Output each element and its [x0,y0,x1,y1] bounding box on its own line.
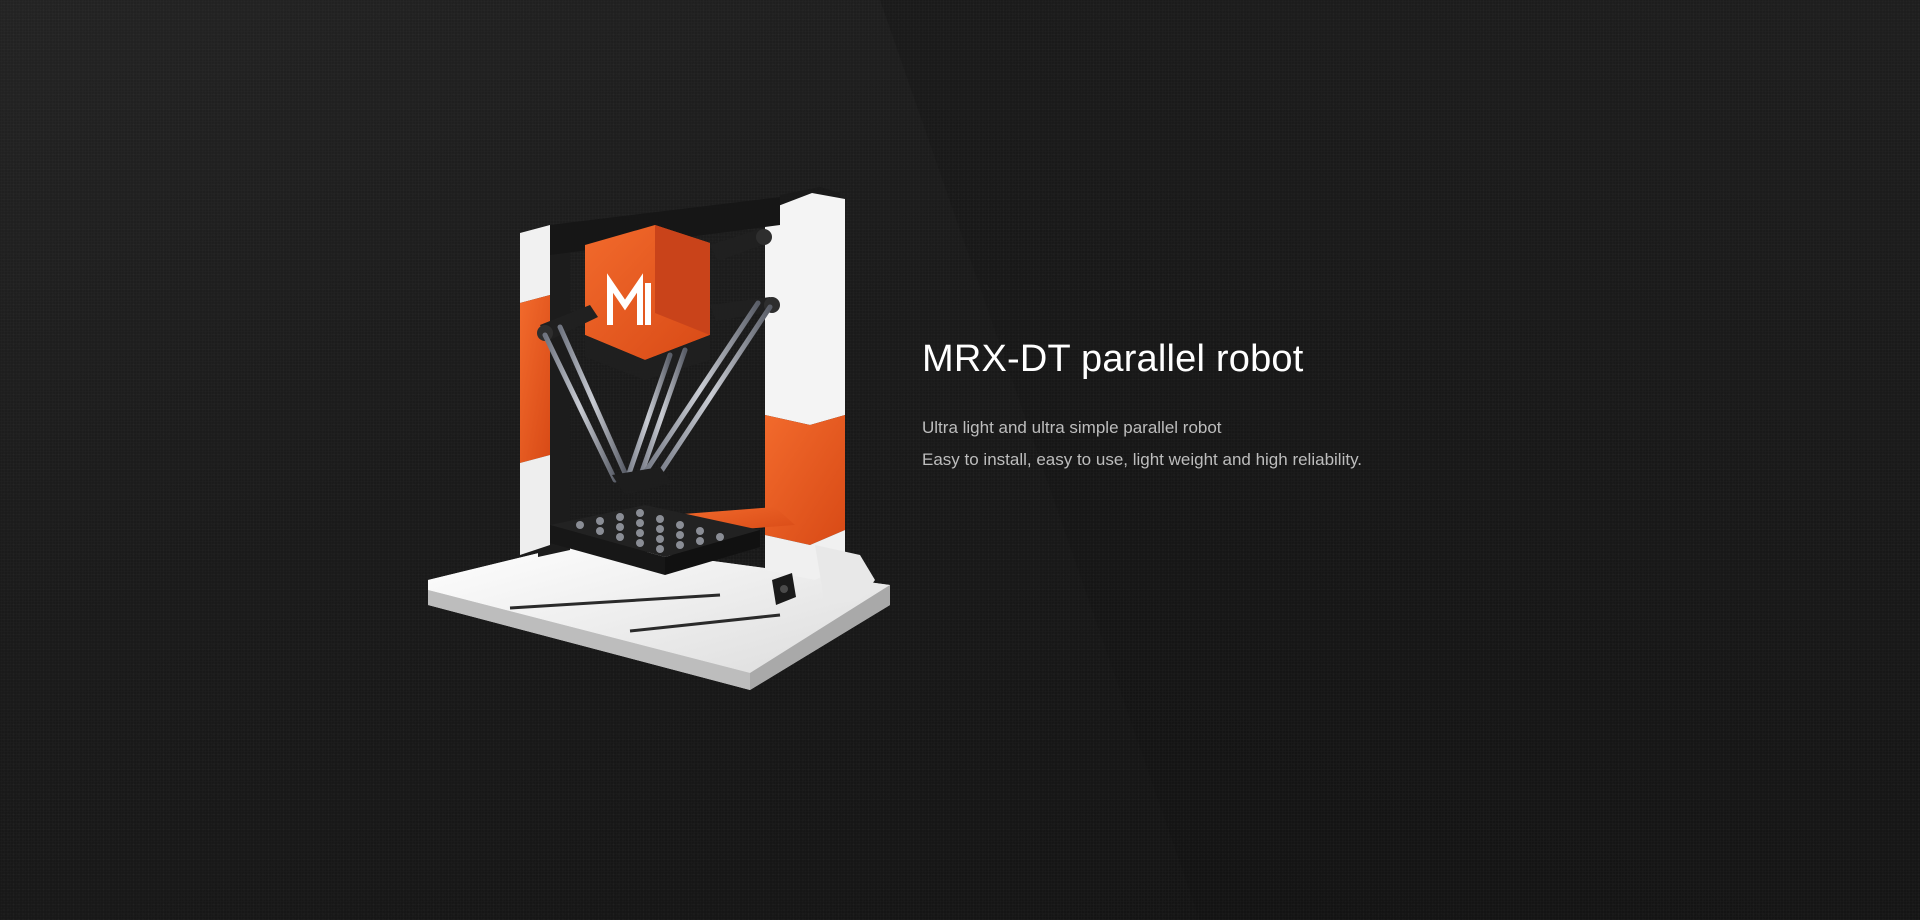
description-line: Ultra light and ultra simple parallel ro… [922,418,1222,437]
hero-text: MRX-DT parallel robot Ultra light and ul… [922,332,1622,476]
right-column [765,187,875,605]
page-title: MRX-DT parallel robot [922,338,1304,380]
robot-product-image [428,187,890,690]
left-column [520,225,570,557]
robot-head [585,225,710,380]
description-line: Easy to install, easy to use, light weig… [922,450,1363,469]
product-description: Ultra light and ultra simple parallel ro… [922,412,1622,476]
end-effector [612,467,672,495]
hero-banner: MRX-DT parallel robot Ultra light and ul… [0,0,1920,920]
